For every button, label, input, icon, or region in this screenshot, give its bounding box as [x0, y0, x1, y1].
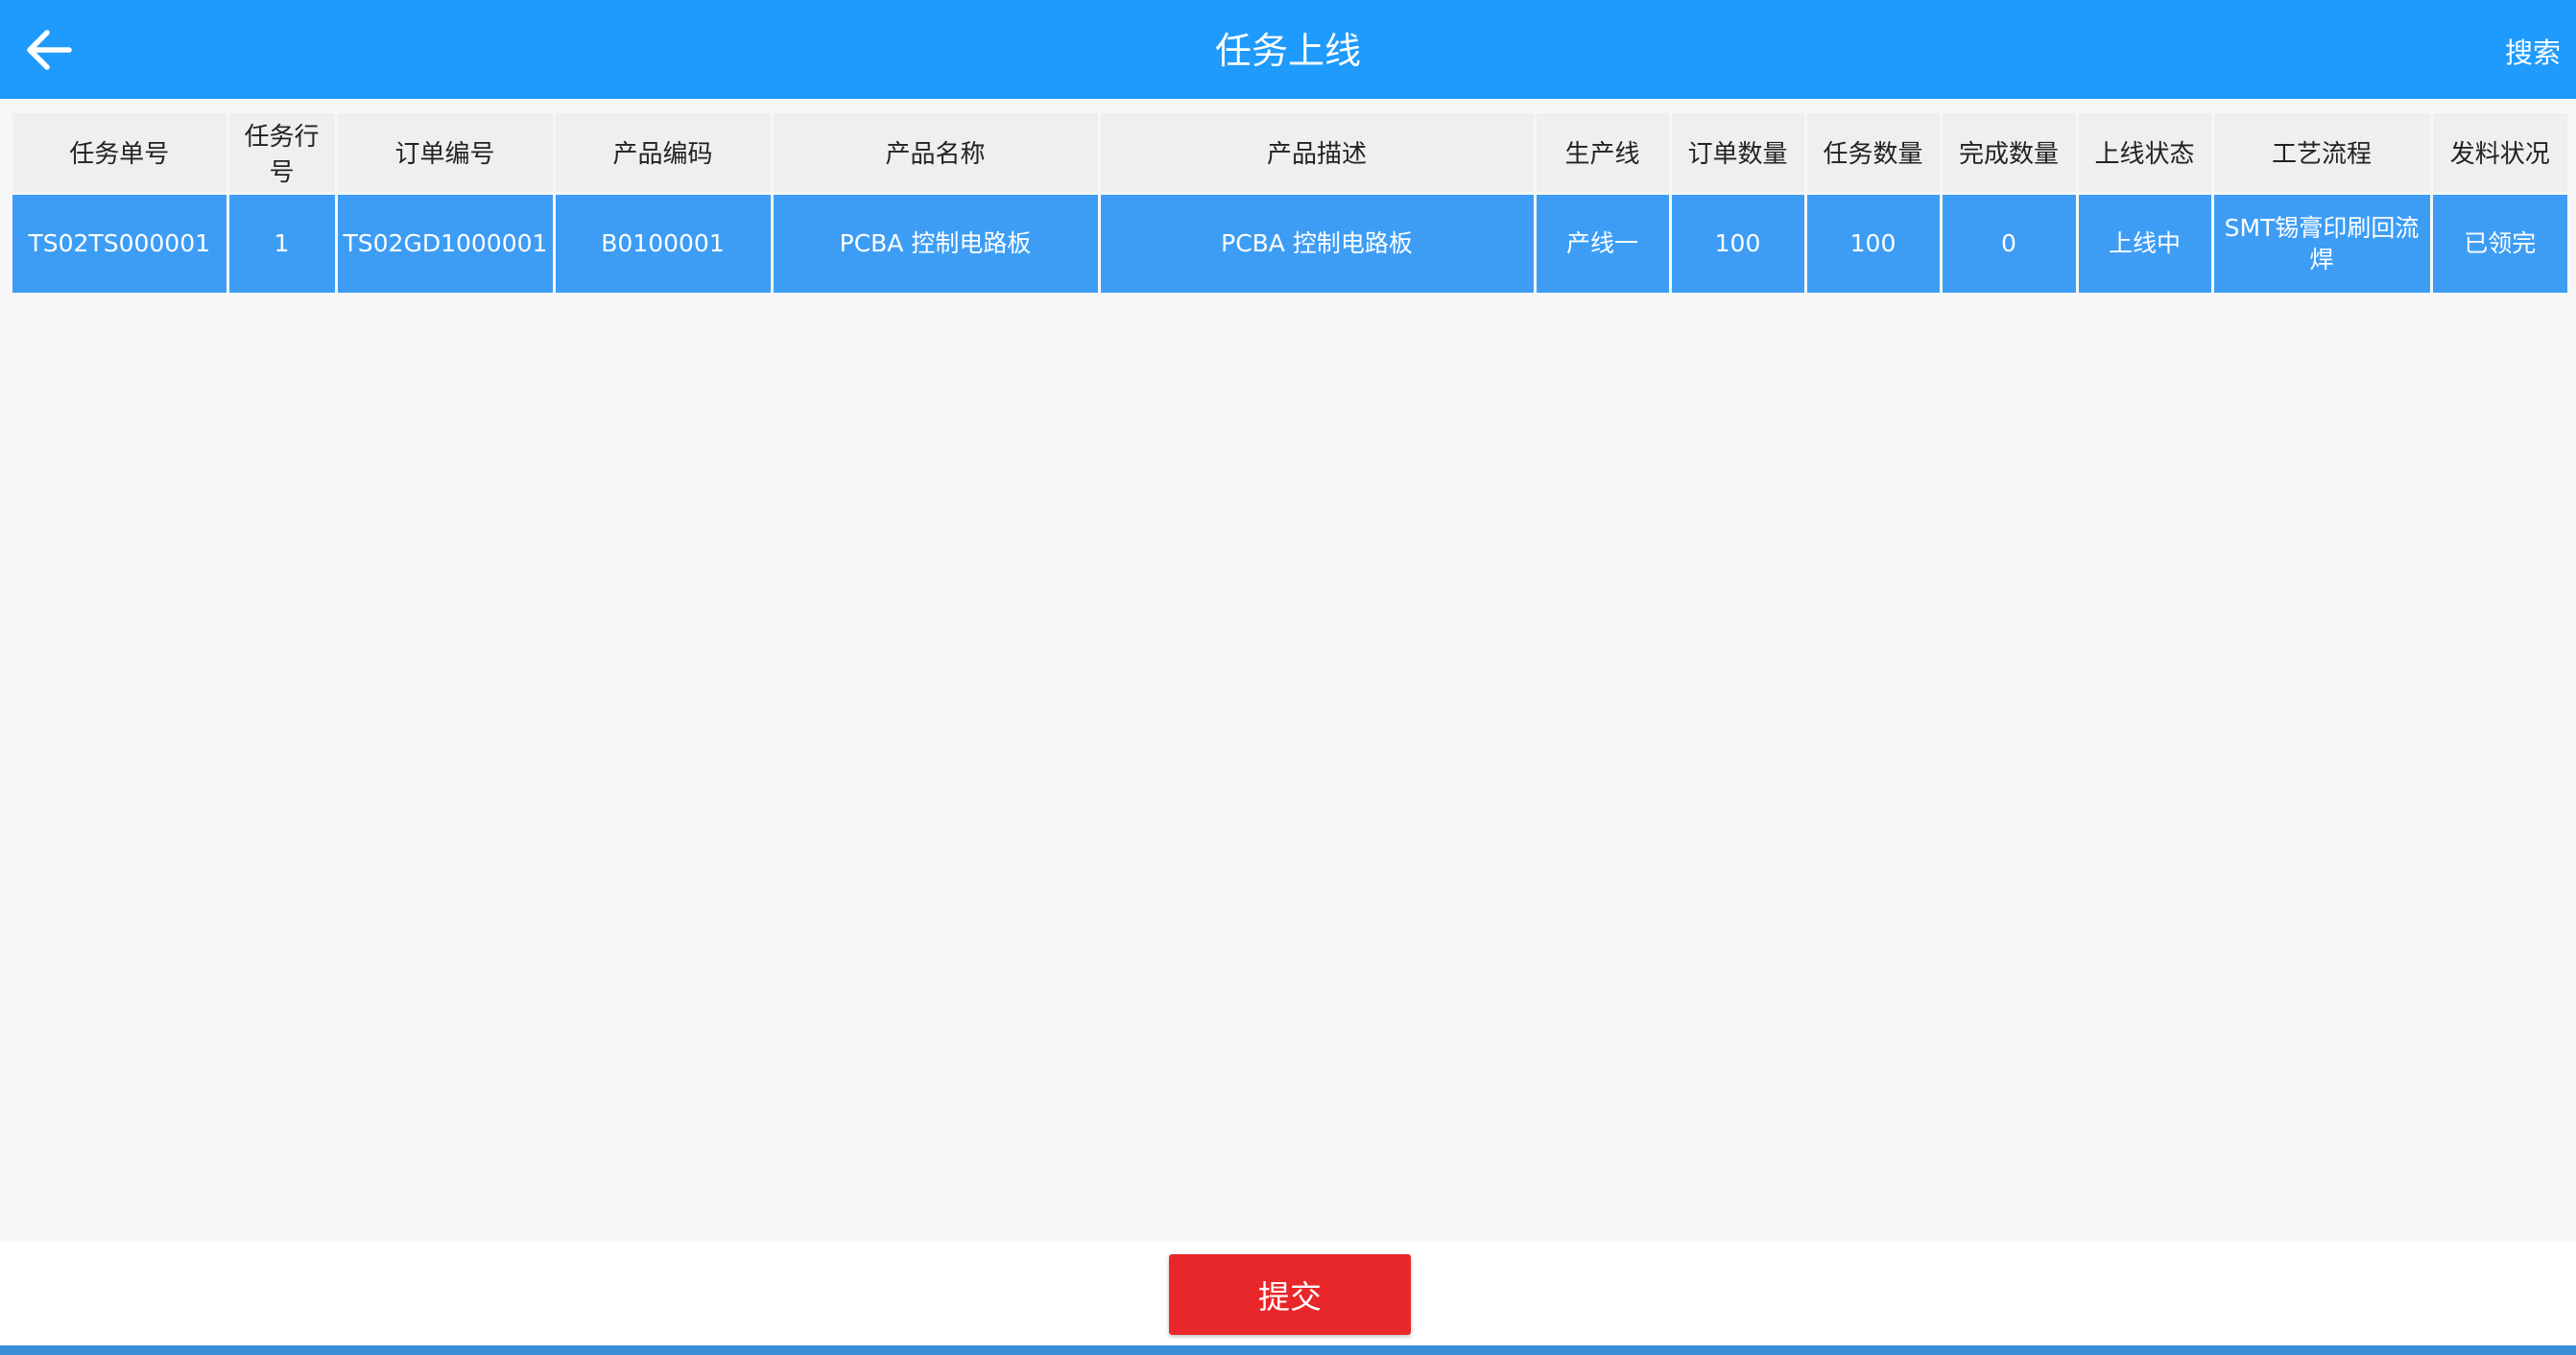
column-header[interactable]: 产品名称: [772, 113, 1101, 193]
column-header[interactable]: 订单编号: [336, 113, 556, 193]
column-header[interactable]: 任务单号: [12, 113, 229, 193]
footer-bar: 提交: [0, 1242, 2576, 1345]
column-header[interactable]: 上线状态: [2077, 113, 2214, 193]
table-cell: SMT锡膏印刷回流焊: [2212, 191, 2433, 293]
table-cell: 1: [227, 191, 338, 293]
submit-button[interactable]: 提交: [1169, 1254, 1411, 1335]
table-cell: 已领完: [2431, 191, 2567, 293]
app-bar: 任务上线 搜索: [0, 0, 2576, 99]
task-table: 任务单号 任务行号 订单编号 产品编码 产品名称 产品描述 生产线 订单数量 任…: [12, 113, 2567, 293]
column-header[interactable]: 完成数量: [1941, 113, 2079, 193]
table-cell: B0100001: [554, 191, 774, 293]
table-cell: PCBA 控制电路板: [772, 191, 1101, 293]
table-cell: 0: [1941, 191, 2079, 293]
back-button[interactable]: [12, 13, 84, 86]
table-cell: 100: [1805, 191, 1943, 293]
search-button[interactable]: 搜索: [2505, 0, 2561, 99]
table-cell: 上线中: [2077, 191, 2214, 293]
column-header[interactable]: 生产线: [1535, 113, 1672, 193]
table-header-row: 任务单号 任务行号 订单编号 产品编码 产品名称 产品描述 生产线 订单数量 任…: [12, 113, 2567, 193]
table-row[interactable]: TS02TS000001 1 TS02GD1000001 B0100001 PC…: [12, 191, 2567, 293]
arrow-left-icon: [27, 30, 72, 70]
table-cell: TS02GD1000001: [336, 191, 556, 293]
column-header[interactable]: 产品编码: [554, 113, 774, 193]
column-header[interactable]: 产品描述: [1099, 113, 1537, 193]
column-header[interactable]: 任务数量: [1805, 113, 1943, 193]
page-title: 任务上线: [1214, 30, 1361, 72]
column-header[interactable]: 任务行号: [227, 113, 338, 193]
column-header[interactable]: 工艺流程: [2212, 113, 2433, 193]
table-cell: TS02TS000001: [12, 191, 229, 293]
table-cell: 100: [1670, 191, 1807, 293]
column-header[interactable]: 订单数量: [1670, 113, 1807, 193]
table-cell: 产线一: [1535, 191, 1672, 293]
table-cell: PCBA 控制电路板: [1099, 191, 1537, 293]
bottom-edge: [0, 1345, 2576, 1355]
column-header[interactable]: 发料状况: [2431, 113, 2567, 193]
